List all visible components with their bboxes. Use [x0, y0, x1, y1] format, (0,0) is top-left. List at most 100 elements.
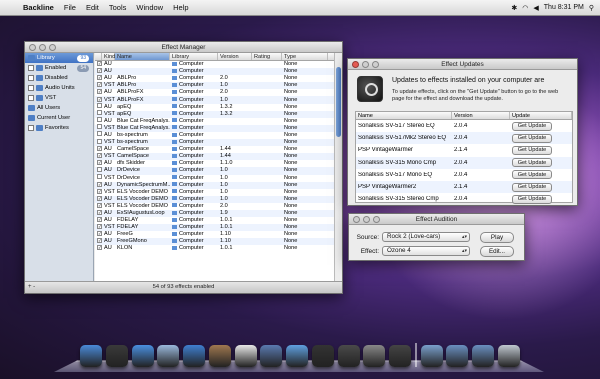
type-cell[interactable]: None: [282, 160, 328, 167]
type-cell[interactable]: None: [282, 97, 328, 104]
minimize-button[interactable]: [362, 61, 369, 68]
sidebar-checkbox[interactable]: [28, 85, 34, 91]
zoom-button[interactable]: [373, 216, 380, 223]
menu-file[interactable]: File: [59, 3, 81, 12]
sidebar-item[interactable]: All Users: [25, 103, 93, 113]
table-row[interactable]: PSP VintageWarmer2 2.1.4 Get Update: [356, 180, 572, 194]
time-machine-icon[interactable]: [337, 345, 360, 367]
table-row[interactable]: ✓ VST FDELAY Computer 1.0.1 None: [95, 224, 334, 232]
dvd-player-icon[interactable]: [311, 345, 334, 367]
table-row[interactable]: AU bs-spectrum Computer None: [95, 131, 334, 139]
effects-scrollbar[interactable]: [334, 53, 342, 281]
type-cell[interactable]: None: [282, 167, 328, 174]
sidebar-checkbox[interactable]: [28, 65, 34, 71]
table-row[interactable]: Sonalksis SV-517 Stereo EQ 2.0.4 Get Updat…: [356, 120, 572, 132]
column-name[interactable]: Name: [356, 112, 452, 119]
menu-tools[interactable]: Tools: [104, 3, 132, 12]
close-button[interactable]: [29, 44, 36, 51]
table-row[interactable]: VST apEQ Computer 1.3.2 None: [95, 110, 334, 118]
spotlight-icon[interactable]: ⚲: [589, 4, 594, 12]
table-row[interactable]: ✓ AU Computer None: [95, 61, 334, 68]
table-row[interactable]: AU DrDevice Computer 1.0 None: [95, 166, 334, 175]
type-cell[interactable]: None: [282, 203, 328, 210]
column-name[interactable]: Name: [115, 53, 170, 60]
type-cell[interactable]: None: [282, 139, 328, 146]
table-row[interactable]: Sonalksis SV-315 Stereo Cmp 2.0.4 Get Upda…: [356, 193, 572, 205]
iphoto-icon[interactable]: [260, 345, 283, 367]
close-button[interactable]: [352, 61, 359, 68]
edit-button[interactable]: Edit...: [480, 245, 514, 257]
sidebar-checkbox[interactable]: [28, 95, 34, 101]
get-update-button[interactable]: Get Update: [512, 182, 552, 192]
type-cell[interactable]: None: [282, 118, 328, 125]
table-row[interactable]: VST bs-spectrum Computer None: [95, 138, 334, 147]
get-update-button[interactable]: Get Update: [512, 194, 552, 204]
table-row[interactable]: ✓ AU KLON Computer 1.0.1 None: [95, 245, 334, 252]
type-cell[interactable]: None: [282, 68, 328, 75]
table-row[interactable]: ✓ AU FDELAY Computer 1.0.1 None: [95, 217, 334, 224]
sidebar-item[interactable]: Favorites: [25, 123, 93, 133]
type-cell[interactable]: None: [282, 111, 328, 118]
add-remove-buttons[interactable]: + -: [28, 284, 35, 291]
type-cell[interactable]: None: [282, 245, 328, 252]
sidebar-checkbox[interactable]: [28, 75, 34, 81]
type-cell[interactable]: None: [282, 146, 328, 153]
system-preferences-icon[interactable]: [363, 345, 386, 367]
type-cell[interactable]: None: [282, 182, 328, 189]
type-cell[interactable]: None: [282, 61, 328, 68]
effect-select[interactable]: Ozone 4 ▴▾: [382, 246, 470, 256]
menu-edit[interactable]: Edit: [81, 3, 104, 12]
column-version[interactable]: Version: [218, 53, 252, 60]
get-update-button[interactable]: Get Update: [512, 133, 552, 143]
type-cell[interactable]: None: [282, 89, 328, 96]
play-button[interactable]: Play: [480, 231, 514, 243]
sidebar-item[interactable]: Disabled: [25, 73, 93, 83]
table-row[interactable]: ✓ AU DynamicSpectrumM... Computer 1.0 None: [95, 181, 334, 189]
table-row[interactable]: PSP VintageWarmer 2.1.4 Get Update: [356, 144, 572, 156]
wifi-icon[interactable]: ◠: [522, 4, 528, 12]
table-row[interactable]: ✓ AU ABLPro Computer 2.0 None: [95, 75, 334, 82]
close-button[interactable]: [353, 216, 360, 223]
volume-icon[interactable]: ◀: [533, 4, 538, 12]
minimize-button[interactable]: [363, 216, 370, 223]
column-update[interactable]: Update: [510, 112, 572, 119]
table-row[interactable]: ✓ AU CamelSpace Computer 1.44 None: [95, 146, 334, 153]
type-cell[interactable]: None: [282, 104, 328, 111]
type-cell[interactable]: None: [282, 125, 328, 132]
table-row[interactable]: ✓ VST ELS Vocoder DEMO Computer 2.0 None: [95, 202, 334, 210]
table-row[interactable]: ✓ AU FreeGMono Computer 1.10 None: [95, 238, 334, 246]
table-row[interactable]: ✓ AU dfx Skidder Computer 1.1.0 None: [95, 160, 334, 167]
trash-icon[interactable]: [497, 345, 520, 367]
effect-updates-titlebar[interactable]: Effect Updates: [348, 59, 577, 70]
table-row[interactable]: Sonalksis SV-315 Mono Cmp 2.0.4 Get Update: [356, 156, 572, 169]
backline-icon[interactable]: [389, 345, 411, 367]
type-cell[interactable]: None: [282, 189, 328, 196]
get-update-button[interactable]: Get Update: [512, 158, 552, 168]
table-row[interactable]: ✓ AU ELS Vocoder DEMO Computer 1.0 None: [95, 195, 334, 203]
get-update-button[interactable]: Get Update: [512, 121, 552, 131]
type-cell[interactable]: None: [282, 224, 328, 231]
table-row[interactable]: VST Blue Cat FreqAnalys... Computer None: [95, 124, 334, 132]
source-select[interactable]: Rock 2 (Love-cars) ▴▾: [382, 232, 470, 242]
ical-icon[interactable]: [234, 345, 257, 367]
get-update-button[interactable]: Get Update: [512, 145, 552, 155]
table-row[interactable]: ✓ AU FreeG Computer 1.10 None: [95, 231, 334, 238]
table-row[interactable]: ✓ VST CamelSpace Computer 1.44 None: [95, 153, 334, 161]
table-row[interactable]: AU Blue Cat FreqAnalys... Computer None: [95, 117, 334, 125]
bluetooth-icon[interactable]: ✱: [511, 4, 517, 12]
sidebar-item[interactable]: Library 93: [25, 53, 93, 63]
sidebar-item[interactable]: Current User: [25, 113, 93, 123]
table-row[interactable]: ✓ AU ABLProFX Computer 2.0 None: [95, 89, 334, 96]
itunes-icon[interactable]: [286, 345, 308, 367]
zoom-button[interactable]: [49, 44, 56, 51]
scrollbar-thumb[interactable]: [336, 67, 341, 137]
effect-audition-titlebar[interactable]: Effect Audition: [349, 214, 524, 225]
column-library[interactable]: Library: [170, 53, 218, 60]
sidebar-checkbox[interactable]: [28, 125, 34, 131]
get-update-button[interactable]: Get Update: [512, 170, 552, 180]
downloads-folder-icon[interactable]: [472, 345, 494, 367]
minimize-button[interactable]: [39, 44, 46, 51]
table-row[interactable]: ✓ VST ABLProFX Computer 1.0 None: [95, 96, 334, 104]
type-cell[interactable]: None: [282, 75, 328, 82]
column-rating[interactable]: Rating: [252, 53, 282, 60]
